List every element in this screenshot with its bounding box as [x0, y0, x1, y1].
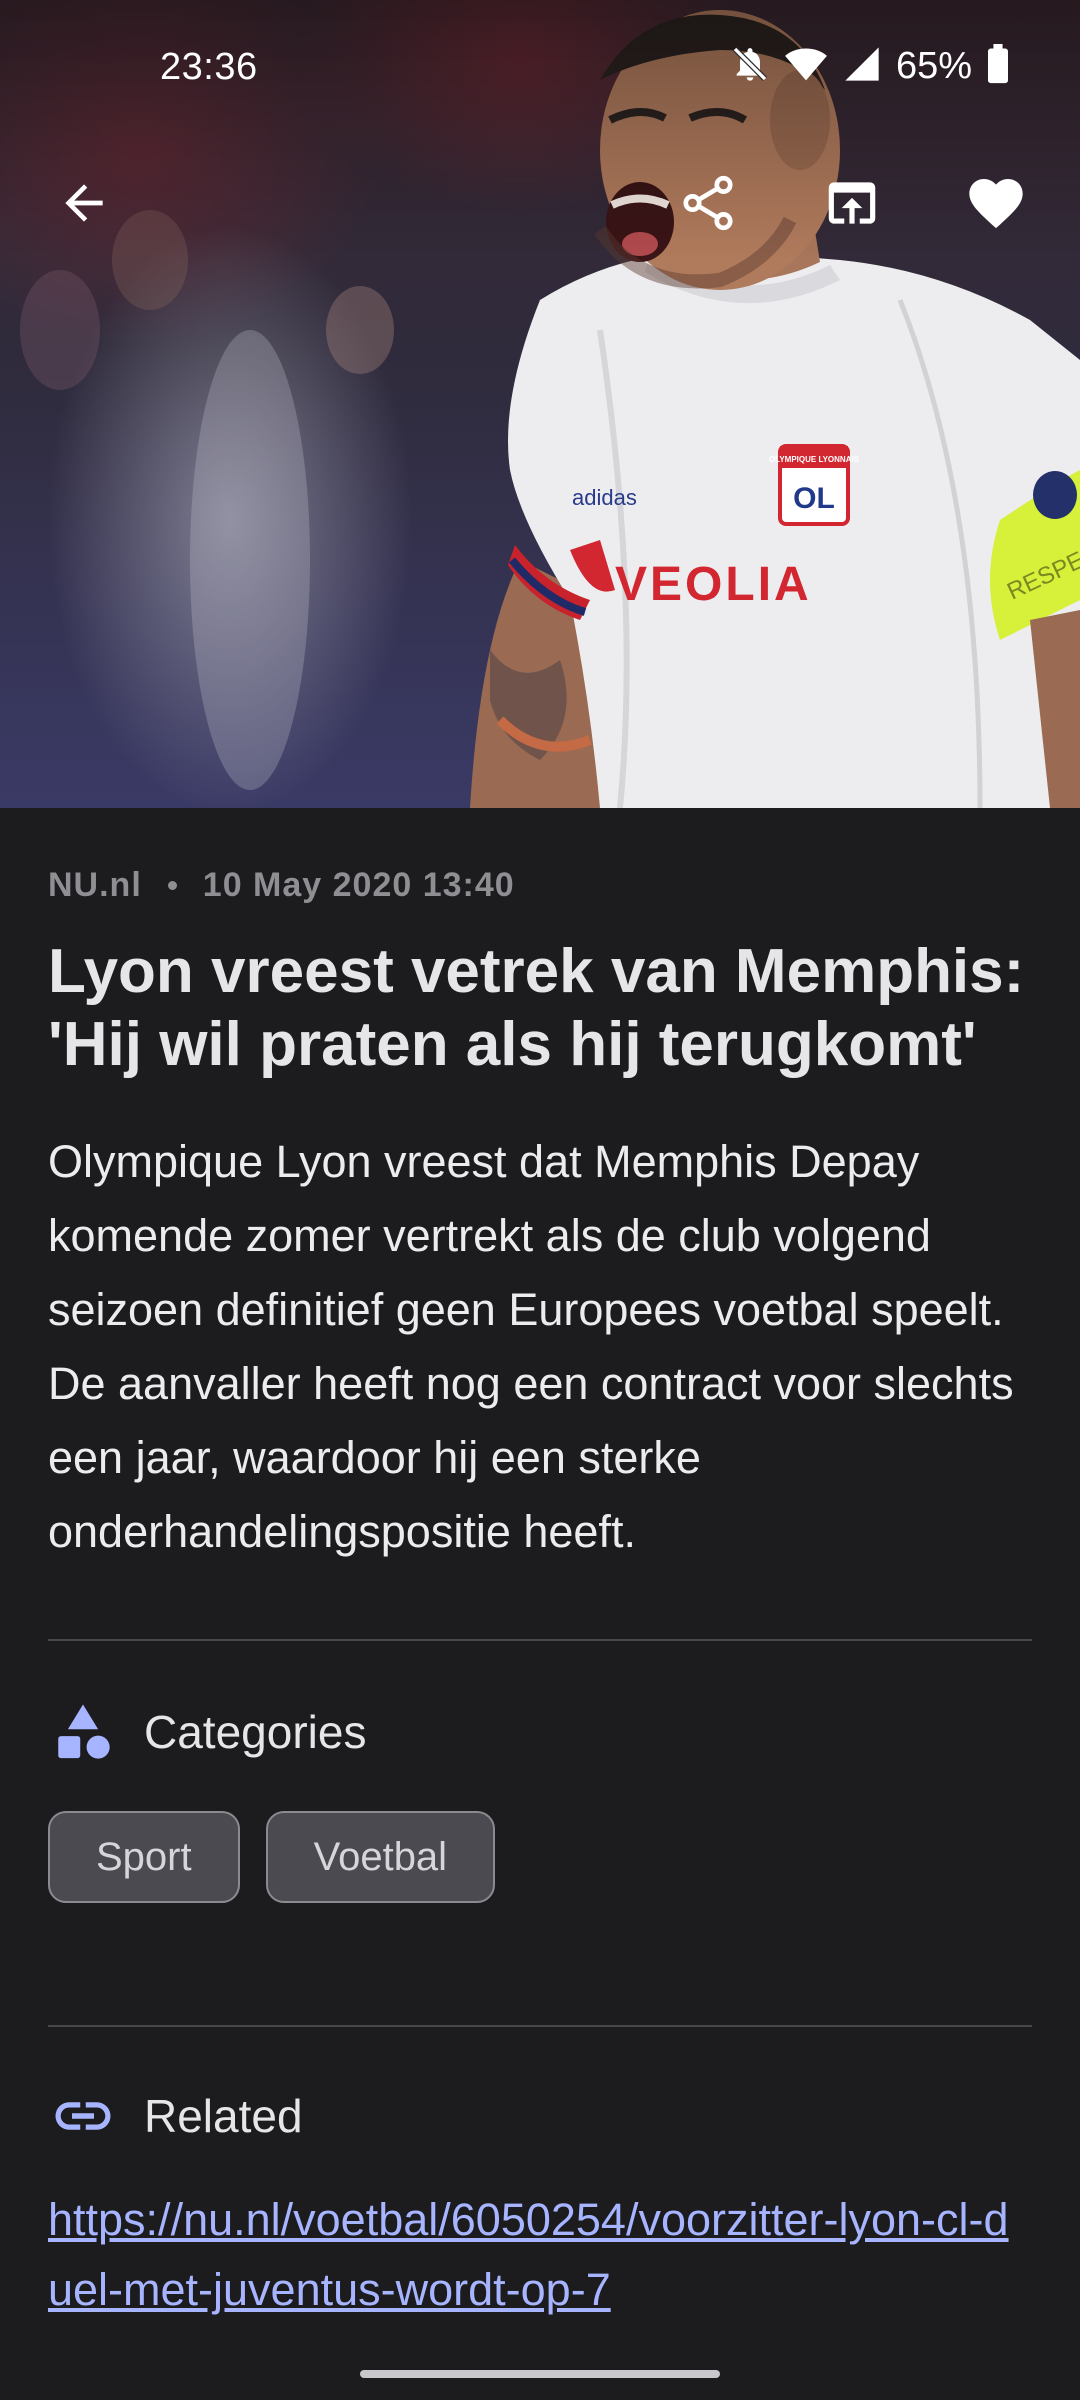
article-body: NU.nl 10 May 2020 13:40 Lyon vreest vetr…	[48, 808, 1032, 2325]
svg-text:OLYMPIQUE LYONNAIS: OLYMPIQUE LYONNAIS	[769, 455, 860, 464]
battery-percent: 65%	[895, 45, 972, 87]
related-heading: Related	[144, 2090, 303, 2142]
chip-voetbal[interactable]: Voetbal	[265, 1811, 496, 1903]
svg-text:OL: OL	[793, 482, 835, 515]
notifications-off-icon	[730, 44, 770, 89]
jersey-brand: adidas	[572, 485, 637, 510]
categories-heading: Categories	[144, 1706, 367, 1758]
wifi-icon	[784, 44, 828, 89]
status-bar: 23:36 65%	[0, 0, 1080, 140]
article-screen: VEOLIA adidas OLYMPIQUE LYONNAIS OL RESP…	[0, 0, 1080, 2400]
related-article-link[interactable]: https://nu.nl/voetbal/6050254/voorzitter…	[48, 2185, 1032, 2325]
categories-header: Categories	[48, 1697, 1032, 1767]
article-title: Lyon vreest vetrek van Memphis: 'Hij wil…	[48, 937, 1025, 1079]
article-date: 10 May 2020 13:40	[202, 866, 515, 904]
category-shapes-icon	[48, 1697, 118, 1767]
favorite-heart-icon	[969, 179, 1023, 229]
battery-icon	[986, 44, 1010, 89]
favorite-button[interactable]	[948, 155, 1044, 251]
share-icon	[683, 175, 733, 231]
article-source: NU.nl	[48, 866, 142, 904]
open-in-browser-button[interactable]	[804, 155, 900, 251]
article-meta: NU.nl 10 May 2020 13:40	[48, 866, 1032, 905]
status-time: 23:36	[160, 46, 258, 88]
svg-text:VEOLIA: VEOLIA	[615, 558, 812, 611]
chip-sport[interactable]: Sport	[48, 1811, 240, 1903]
divider	[48, 2025, 1032, 2027]
gesture-nav-handle[interactable]	[360, 2370, 720, 2378]
club-crest: OLYMPIQUE LYONNAIS OL	[769, 444, 860, 526]
cell-signal-icon	[842, 44, 882, 89]
back-button[interactable]	[36, 155, 132, 251]
open-in-browser-icon	[828, 182, 876, 224]
related-header: Related	[48, 2081, 1032, 2151]
arrow-left-icon	[65, 184, 103, 222]
article-summary: Olympique Lyon vreest dat Memphis Depay …	[48, 1136, 1014, 1557]
divider	[48, 1639, 1032, 1641]
link-icon	[48, 2081, 118, 2151]
meta-separator-dot	[167, 881, 177, 890]
share-button[interactable]	[660, 155, 756, 251]
status-icons: 65%	[730, 44, 1010, 89]
category-chips: Sport Voetbal	[48, 1811, 1032, 1903]
